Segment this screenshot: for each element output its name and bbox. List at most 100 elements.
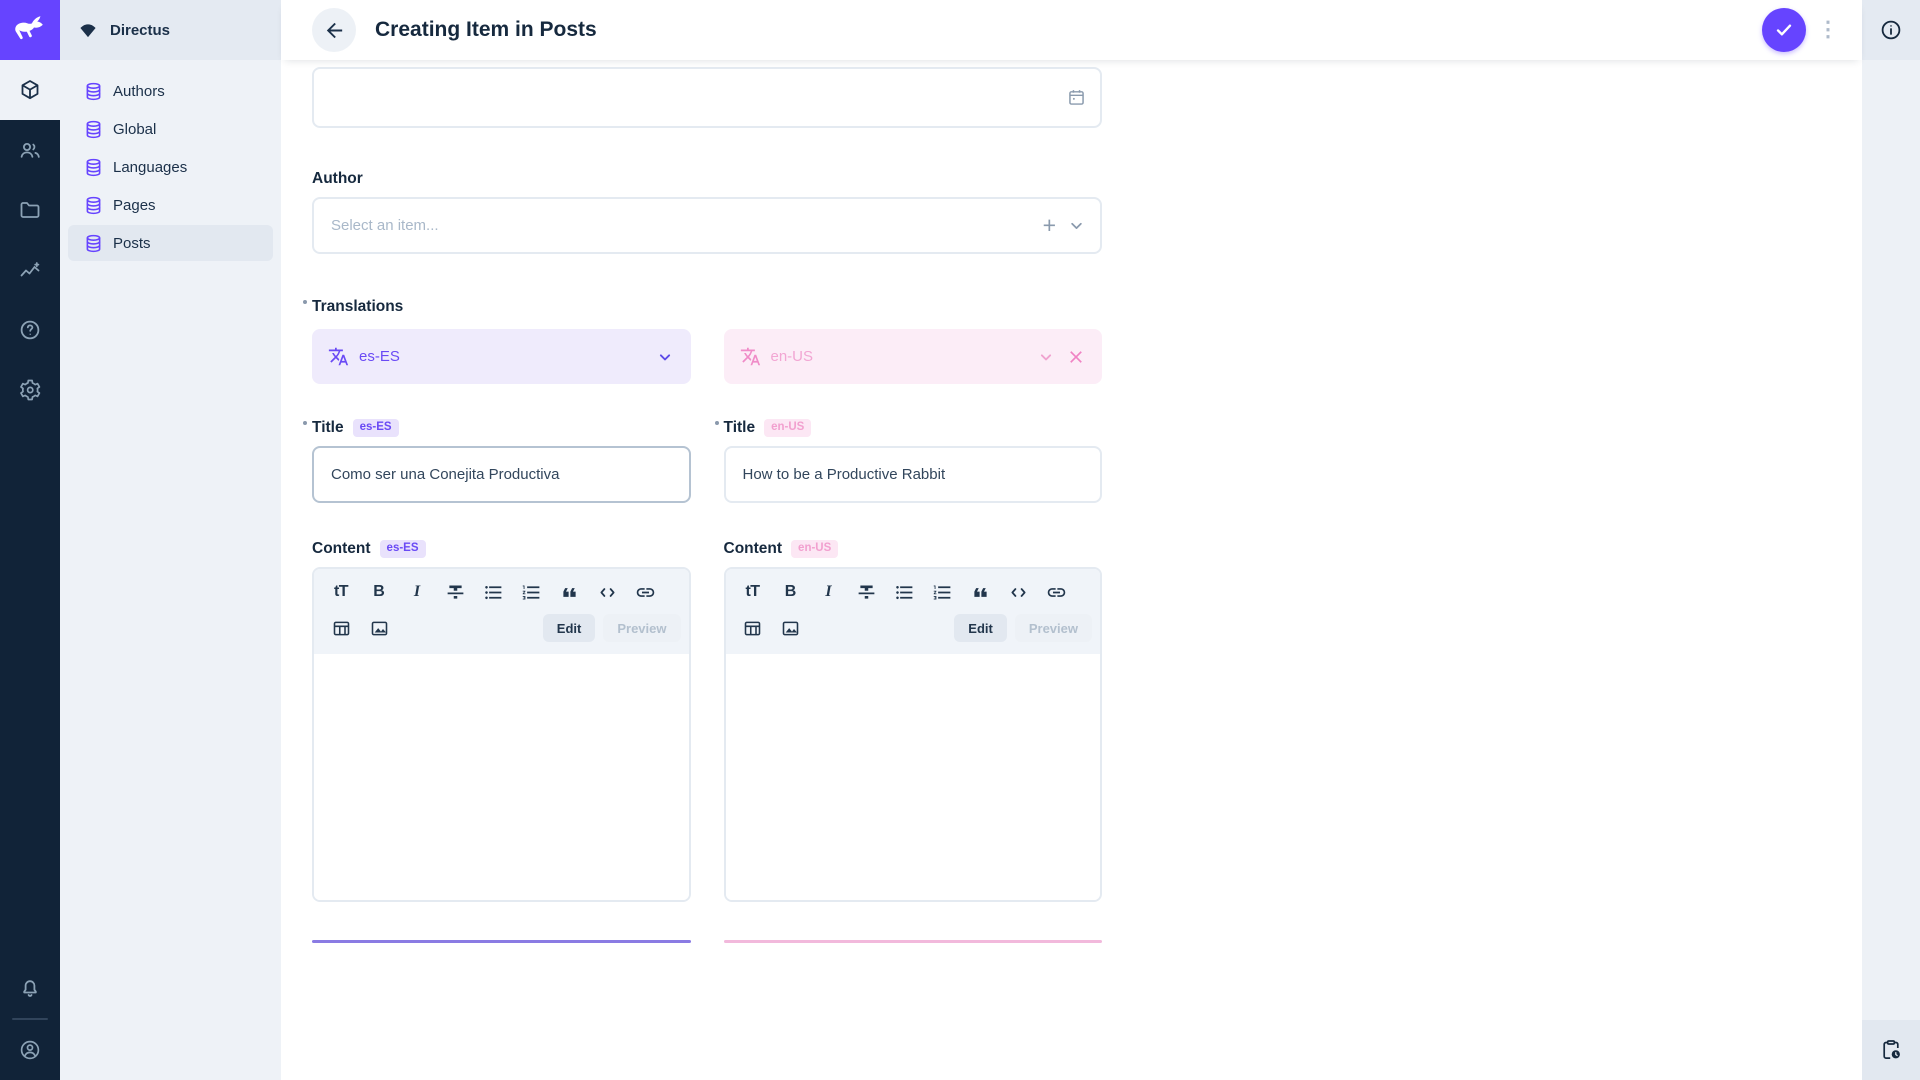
field-label: Content [312,540,371,558]
module-insights[interactable] [0,240,60,300]
content-textarea-en[interactable] [726,654,1101,900]
module-users[interactable] [0,120,60,180]
table-button[interactable] [322,612,360,644]
remove-language-button[interactable] [1066,347,1086,367]
title-labels-row: Title es-ES Title en-US [312,418,1102,438]
database-icon [83,81,104,102]
translations-row: es-ES en-US [312,329,1102,384]
editor-toolbar: tT B I [726,569,1101,654]
sidebar-item-languages[interactable]: Languages [68,149,273,185]
blockquote-icon [970,582,991,603]
module-content[interactable] [0,60,60,120]
project-chooser[interactable]: Directus [60,0,281,60]
language-badge: en-US [791,540,838,558]
author-field: + [312,197,1102,254]
divider-purple [312,940,691,943]
code-icon [597,582,618,603]
arrow-left-icon [323,19,346,42]
blockquote-button[interactable] [550,576,588,608]
table-icon [331,618,352,639]
language-dropdown-button[interactable] [1036,347,1056,367]
date-input[interactable] [312,67,1102,128]
numbered-list-icon [932,582,953,603]
database-icon [83,233,104,254]
content-textarea-es[interactable] [314,654,689,900]
edit-tab-button[interactable]: Edit [543,614,596,642]
preview-tab-button[interactable]: Preview [603,614,680,642]
strikethrough-button[interactable] [848,576,886,608]
database-icon [83,119,104,140]
info-sidebar-button[interactable] [1862,0,1920,60]
language-badge: en-US [764,419,811,437]
sidebar-item-global[interactable]: Global [68,111,273,147]
bullet-list-icon [894,582,915,603]
italic-button[interactable]: I [810,576,848,608]
language-code: en-US [771,348,814,365]
sidebar-item-posts[interactable]: Posts [68,225,273,261]
blockquote-button[interactable] [962,576,1000,608]
table-button[interactable] [734,612,772,644]
code-button[interactable] [588,576,626,608]
save-button[interactable] [1762,8,1806,52]
edit-tab-button[interactable]: Edit [954,614,1007,642]
link-button[interactable] [1038,576,1076,608]
sidebar-item-label: Pages [113,197,156,214]
image-button[interactable] [772,612,810,644]
bullet-list-button[interactable] [474,576,512,608]
language-select-primary[interactable]: es-ES [312,329,691,384]
required-dot [715,421,719,425]
directus-logo[interactable] [0,0,60,60]
check-icon [1773,19,1795,41]
chevron-down-icon [1066,215,1087,236]
strikethrough-icon [445,582,466,603]
bold-button[interactable]: B [360,576,398,608]
back-button[interactable] [312,8,356,52]
calendar-icon[interactable] [1066,87,1087,108]
module-files[interactable] [0,180,60,240]
module-account[interactable] [0,1020,60,1080]
sidebar-item-label: Authors [113,83,165,100]
page-header: Creating Item in Posts ⋮ [281,0,1862,60]
add-item-button[interactable]: + [1043,214,1056,237]
numbered-list-button[interactable] [512,576,550,608]
preview-tab-button[interactable]: Preview [1015,614,1092,642]
image-icon [780,618,801,639]
language-dropdown-button[interactable] [655,347,675,367]
sidebar-item-authors[interactable]: Authors [68,73,273,109]
code-button[interactable] [1000,576,1038,608]
link-button[interactable] [626,576,664,608]
content-labels-row: Content es-ES Content en-US [312,539,1102,559]
module-help[interactable] [0,300,60,360]
field-label: Title [724,419,756,437]
title-input-es[interactable] [312,446,691,503]
activity-drawer-button[interactable] [1862,1020,1920,1080]
close-icon [1066,347,1086,367]
page-title: Creating Item in Posts [375,18,597,42]
language-select-secondary[interactable]: en-US [724,329,1103,384]
heading-button[interactable]: tT [322,576,360,608]
strikethrough-button[interactable] [436,576,474,608]
italic-button[interactable]: I [398,576,436,608]
module-notifications[interactable] [0,958,60,1018]
heading-button[interactable]: tT [734,576,772,608]
markdown-editor-es: tT B I [312,567,691,902]
sidebar-item-pages[interactable]: Pages [68,187,273,223]
module-settings[interactable] [0,360,60,420]
info-icon [1879,18,1903,42]
app-window: Directus Authors Global Languages Pages … [0,0,1920,1080]
field-label: Translations [312,298,403,316]
translate-icon [328,346,349,367]
more-options-button[interactable]: ⋮ [1814,8,1842,52]
gem-icon [78,20,98,40]
sidebar-item-label: Languages [113,159,187,176]
image-button[interactable] [360,612,398,644]
bullet-list-button[interactable] [886,576,924,608]
author-dropdown-button[interactable] [1066,215,1087,236]
field-label: Author [312,170,363,188]
numbered-list-button[interactable] [924,576,962,608]
bold-button[interactable]: B [772,576,810,608]
title-input-en[interactable] [724,446,1103,503]
author-select-input[interactable] [312,197,1102,254]
clipboard-clock-icon [1879,1038,1903,1062]
bell-icon [18,976,42,1000]
